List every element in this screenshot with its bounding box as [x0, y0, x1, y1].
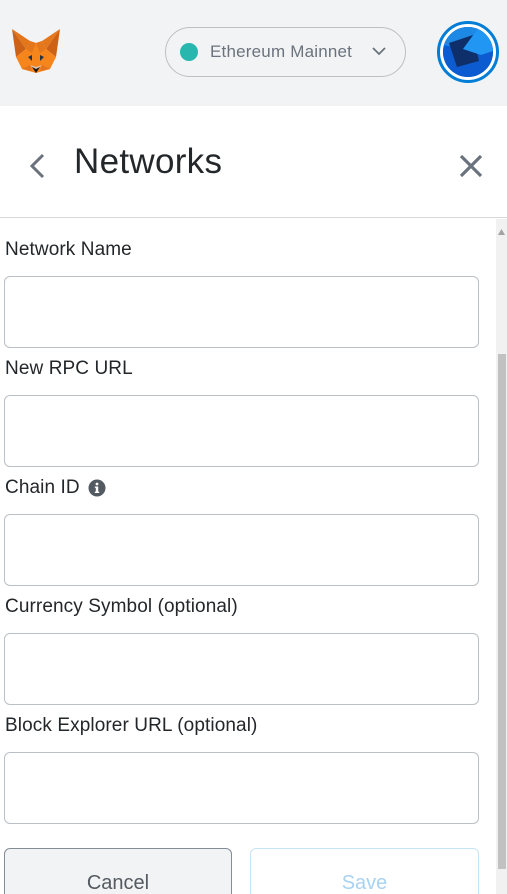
info-icon[interactable] [88, 479, 106, 497]
network-name-label: Network Name [5, 239, 132, 261]
rpc-url-input[interactable] [4, 395, 479, 467]
network-name-input[interactable] [4, 276, 479, 348]
metamask-fox-logo[interactable] [10, 27, 62, 77]
chevron-down-icon [372, 47, 386, 56]
block-explorer-label: Block Explorer URL (optional) [5, 715, 257, 737]
currency-symbol-label-text: Currency Symbol (optional) [5, 596, 238, 617]
close-icon[interactable] [457, 152, 485, 180]
app-header: Ethereum Mainnet [0, 0, 507, 106]
account-avatar[interactable] [437, 21, 499, 83]
rpc-url-label-text: New RPC URL [5, 358, 133, 379]
account-identicon [443, 27, 493, 77]
page-title: Networks [74, 142, 223, 181]
cancel-button-label: Cancel [86, 872, 150, 894]
page-header: Networks [0, 106, 507, 218]
chain-id-input[interactable] [4, 514, 479, 586]
rpc-url-label: New RPC URL [5, 358, 133, 380]
save-button[interactable]: Save [250, 848, 479, 894]
network-form: Network Name New RPC URL Chain ID Curren… [0, 219, 496, 894]
scrollbar-thumb[interactable] [498, 354, 506, 869]
chevron-left-icon[interactable] [26, 148, 48, 184]
currency-symbol-label: Currency Symbol (optional) [5, 596, 238, 618]
currency-symbol-input[interactable] [4, 633, 479, 705]
block-explorer-input[interactable] [4, 752, 479, 824]
scroll-up-arrow-icon[interactable] [498, 229, 505, 235]
chain-id-label-text: Chain ID [5, 477, 80, 498]
network-name-label-text: Network Name [5, 239, 132, 260]
network-selector[interactable]: Ethereum Mainnet [165, 27, 406, 77]
chain-id-label: Chain ID [5, 477, 106, 499]
network-label: Ethereum Mainnet [210, 42, 353, 61]
network-status-dot [180, 43, 198, 61]
block-explorer-label-text: Block Explorer URL (optional) [5, 715, 258, 736]
scrollbar[interactable] [496, 219, 507, 894]
cancel-button[interactable]: Cancel [4, 848, 232, 894]
save-button-label: Save [341, 872, 388, 894]
